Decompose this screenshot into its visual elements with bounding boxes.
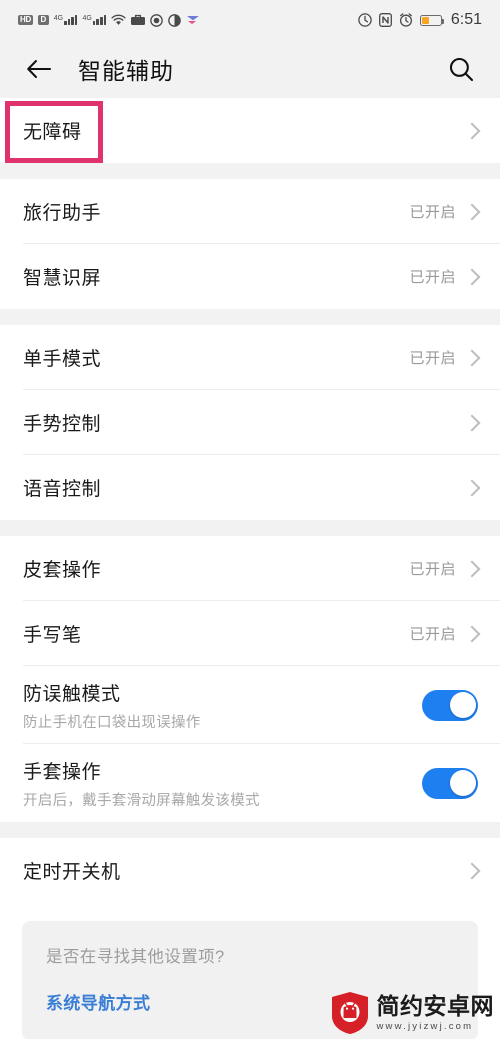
site-watermark: 简约安卓网 www.jyizwj.com (330, 991, 495, 1035)
settings-group-3: 单手模式 已开启 手势控制 语音控制 (0, 325, 500, 520)
row-title: 单手模式 (23, 349, 102, 370)
watermark-shield-icon (331, 992, 368, 1034)
wifi-icon (111, 14, 126, 26)
settings-row-one-handed-mode[interactable]: 单手模式 已开启 (0, 325, 500, 390)
row-title: 无障碍 (23, 122, 82, 143)
chevron-right-icon (463, 349, 481, 366)
chevron-right-icon (463, 122, 481, 139)
settings-row-flip-cover[interactable]: 皮套操作 已开启 (0, 536, 500, 601)
row-title: 手套操作 (23, 761, 102, 783)
watermark-text: 简约安卓网 www.jyizwj.com (376, 992, 495, 1032)
settings-group-4: 皮套操作 已开启 手写笔 已开启 防误触模式 防止手机在口袋出现误操作 手套操作… (0, 536, 500, 822)
briefcase-icon (131, 14, 146, 26)
row-title: 定时开关机 (23, 862, 121, 883)
settings-group-1: 无障碍 (0, 98, 500, 163)
chevron-right-icon (463, 203, 481, 220)
alarm-icon (399, 13, 413, 27)
settings-row-stylus[interactable]: 手写笔 已开启 (0, 601, 500, 666)
row-title: 智慧识屏 (23, 268, 102, 289)
row-title: 语音控制 (23, 479, 102, 500)
settings-row-scheduled-power[interactable]: 定时开关机 (0, 838, 500, 903)
row-status-value: 已开启 (409, 204, 456, 221)
section-gap (0, 163, 500, 179)
status-bar-right-icons: 6:51 (358, 11, 482, 29)
network-type-label-1: 4G (53, 15, 64, 22)
settings-group-5: 定时开关机 (0, 838, 500, 903)
status-bar-clock: 6:51 (450, 11, 482, 28)
mistouch-prevention-toggle[interactable] (422, 689, 478, 721)
settings-group-2: 旅行助手 已开启 智慧识屏 已开启 (0, 179, 500, 309)
app-header: 智能辅助 (0, 40, 500, 98)
chevron-right-icon (463, 414, 481, 431)
chevron-right-icon (463, 479, 481, 496)
nfc-icon (378, 13, 392, 27)
data-saver-icon (358, 13, 372, 27)
status-bar: HD D 4G 4G 6:51 (0, 0, 500, 40)
row-title: 皮套操作 (23, 560, 102, 581)
toggle-knob (449, 770, 476, 796)
section-gap (0, 309, 500, 325)
row-subtitle: 防止手机在口袋出现误操作 (23, 714, 201, 731)
settings-row-smart-screen-recognition[interactable]: 智慧识屏 已开启 (0, 244, 500, 309)
contrast-icon (168, 13, 182, 27)
network-type-label-2: 4G (82, 15, 92, 22)
settings-row-gesture-control[interactable]: 手势控制 (0, 390, 500, 455)
section-gap (0, 520, 500, 536)
other-settings-question: 是否在寻找其他设置项? (46, 948, 225, 966)
signal-4g-icon-1: 4G (54, 15, 78, 25)
volte-icon: D (37, 15, 49, 25)
settings-list: 无障碍 旅行助手 已开启 智慧识屏 已开启 单手模式 已开启 手势控制 语音控制… (0, 98, 500, 1039)
chevron-right-icon (463, 862, 481, 879)
phone-screen: HD D 4G 4G 6:51 智能辅助 无障碍 旅行助手 已开启 智慧识屏 已… (0, 0, 500, 1039)
row-title: 手写笔 (23, 625, 82, 646)
row-status-value: 已开启 (409, 626, 456, 643)
signal-4g-icon-2: 4G (82, 15, 107, 25)
back-arrow-icon[interactable] (22, 52, 56, 86)
row-title: 手势控制 (23, 414, 102, 435)
toggle-knob (449, 692, 476, 718)
vpn-icon (186, 14, 200, 26)
settings-row-travel-assistant[interactable]: 旅行助手 已开启 (0, 179, 500, 244)
settings-row-mistouch-prevention[interactable]: 防误触模式 防止手机在口袋出现误操作 (0, 666, 500, 744)
battery-icon (419, 14, 445, 26)
settings-row-voice-control[interactable]: 语音控制 (0, 455, 500, 520)
row-status-value: 已开启 (409, 561, 456, 578)
chevron-right-icon (463, 268, 481, 285)
glove-mode-toggle[interactable] (422, 767, 478, 799)
chevron-right-icon (463, 625, 481, 642)
eye-comfort-icon (150, 13, 164, 27)
row-subtitle: 开启后，戴手套滑动屏幕触发该模式 (23, 792, 260, 809)
page-title: 智能辅助 (78, 58, 174, 84)
hd-icon: HD (18, 15, 33, 25)
section-gap (0, 822, 500, 838)
row-status-value: 已开启 (409, 269, 456, 286)
watermark-site-url: www.jyizwj.com (376, 1020, 474, 1032)
row-title: 旅行助手 (23, 203, 102, 224)
settings-row-accessibility[interactable]: 无障碍 (0, 98, 500, 163)
chevron-right-icon (463, 560, 481, 577)
settings-row-glove-mode[interactable]: 手套操作 开启后，戴手套滑动屏幕触发该模式 (0, 744, 500, 822)
search-icon[interactable] (444, 52, 478, 86)
status-bar-left-icons: HD D 4G 4G (18, 13, 200, 27)
row-title: 防误触模式 (23, 683, 121, 705)
row-status-value: 已开启 (409, 350, 456, 367)
watermark-site-name: 简约安卓网 (376, 992, 494, 1019)
